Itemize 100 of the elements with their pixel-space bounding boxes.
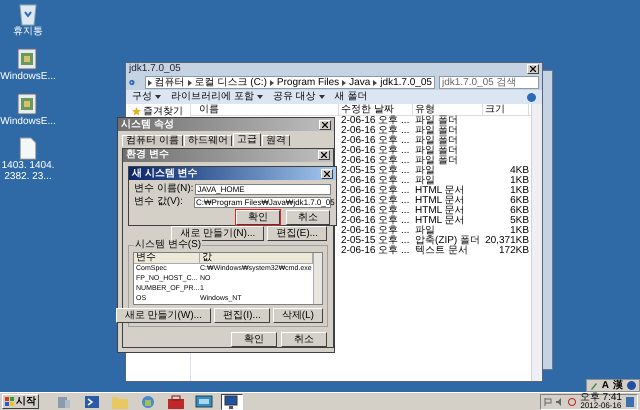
desktop-icon[interactable] <box>626 396 634 406</box>
dialog-button[interactable]: 편집(E)... <box>267 226 327 241</box>
monitor-icon <box>195 394 213 410</box>
date-cell-text: 2-06-16 오후 ... <box>340 216 410 226</box>
tab[interactable]: 하드웨어 <box>184 135 232 146</box>
date-cell-text: 2-06-16 오후 ... <box>340 206 410 216</box>
type-cell-text: HTML 문서 <box>414 186 466 196</box>
column-header[interactable]: 이름 <box>191 104 339 115</box>
size-cell-text: 4KB <box>509 166 529 176</box>
taskbar-button[interactable] <box>221 394 243 410</box>
breadcrumb-item[interactable]: jdk1.7.0_05 <box>380 78 432 88</box>
date-cell-text: 2-05-15 오후 ... <box>340 236 410 246</box>
toolbar-button[interactable]: 구성 <box>132 92 161 102</box>
pen-icon <box>590 382 598 390</box>
date-cell-text: 2-05-15 오후 ... <box>340 166 410 176</box>
size-cell-text: 5KB <box>509 216 529 226</box>
date-cell-text: 2-06-16 오후 ... <box>340 196 410 206</box>
dialog-button[interactable]: 취소 <box>281 332 327 347</box>
desktop-icon-label[interactable]: 휴지통 <box>0 26 56 37</box>
column-header[interactable]: 수정한 날짜 <box>339 104 413 115</box>
caret-icon <box>318 95 325 99</box>
type-cell-text: 파일 폴더 <box>414 136 459 146</box>
taskbar-button[interactable] <box>165 394 187 410</box>
field-label: 변수 값(V): <box>134 197 184 207</box>
help-icon[interactable] <box>527 92 536 102</box>
recycle-bin-icon <box>18 2 38 26</box>
speaker-icon <box>556 398 564 406</box>
type-cell-text: HTML 문서 <box>414 216 466 226</box>
close-button[interactable] <box>527 64 539 74</box>
field-label: 변수 이름(N): <box>134 184 194 194</box>
size-cell-text: 172KB <box>498 246 529 256</box>
breadcrumb-item[interactable]: 컴퓨터 <box>154 78 185 88</box>
type-cell-text: 파일 폴더 <box>414 146 459 156</box>
taskbar-button[interactable] <box>193 394 215 410</box>
tab[interactable]: 원격 <box>262 135 290 146</box>
tab[interactable]: 컴퓨터 이름 <box>122 135 183 146</box>
close-icon <box>324 170 330 176</box>
chevron-icon <box>148 80 152 86</box>
type-cell-text: 파일 폴더 <box>414 156 459 166</box>
scrollbar[interactable] <box>531 104 542 381</box>
nav-item[interactable]: 즐겨찾기 <box>143 107 183 117</box>
size-cell-text: 6KB <box>509 206 529 216</box>
size-cell-text: 1KB <box>509 186 529 196</box>
desktop-icon-label[interactable]: WindowsE... <box>0 116 56 127</box>
start-button[interactable]: 시작 <box>2 394 39 409</box>
close-button[interactable] <box>318 150 330 160</box>
window-title: jdk1.7.0_05 <box>129 64 181 74</box>
dialog-button[interactable]: 편집(I)... <box>214 308 270 323</box>
desktop-icon-label[interactable]: 1403. 1404. 2382. 23... <box>0 160 56 182</box>
date-cell-text: 2-06-16 오후 ... <box>340 226 410 236</box>
type-cell-text: 파일 <box>414 166 436 176</box>
close-button[interactable] <box>321 168 333 178</box>
document-icon <box>19 137 37 160</box>
address-bar[interactable]: 컴퓨터 로컬 디스크 (C:) Program Files Java jdk1.7.0_05 <box>144 76 435 89</box>
type-cell-text: 파일 <box>414 176 436 186</box>
type-cell-text: HTML 문서 <box>414 206 466 216</box>
dialog-button[interactable]: 확인 <box>236 210 280 225</box>
dialog-button[interactable]: 취소 <box>286 210 330 225</box>
desktop-icon-label[interactable]: WindowsE... <box>0 71 56 82</box>
dialog-button[interactable]: 새로 만들기(N)... <box>171 226 264 241</box>
caret-icon <box>256 95 263 99</box>
language-mode[interactable]: 漢 <box>613 380 623 390</box>
toolbar-button[interactable]: 공유 대상 <box>272 92 325 102</box>
scrollbar[interactable] <box>313 253 322 304</box>
date-cell-text: 2-06-16 오후 ... <box>340 126 410 136</box>
clock-time: 오후 7:41 <box>580 394 622 402</box>
size-cell-text: 1KB <box>509 226 529 236</box>
type-cell-text: 파일 폴더 <box>414 126 459 136</box>
toolbar-button[interactable]: 라이브러리에 포함 <box>171 92 263 102</box>
close-button[interactable] <box>319 120 331 130</box>
input-field[interactable]: JAVA_HOME <box>195 184 331 194</box>
dialog-button[interactable]: 새로 만들기(W)... <box>116 308 211 323</box>
tab[interactable]: 고급 <box>232 133 261 146</box>
date-cell-text: 2-06-16 오후 ... <box>340 116 410 126</box>
chevron-icon <box>270 80 274 86</box>
help-icon[interactable] <box>627 381 636 390</box>
toolbar-button[interactable]: 새 폴더 <box>334 92 368 102</box>
type-cell-text: HTML 문서 <box>414 196 466 206</box>
column-header[interactable]: 크기 <box>483 104 529 115</box>
type-cell-text: 압축(ZIP) 폴더 <box>414 236 481 246</box>
breadcrumb-item[interactable]: Java <box>349 78 370 88</box>
date-cell-text: 2-06-16 오후 ... <box>340 246 410 256</box>
chevron-icon <box>188 80 192 86</box>
toolbox-icon <box>167 394 185 410</box>
breadcrumb-item[interactable]: 로컬 디스크 (C:) <box>194 78 267 88</box>
dialog-button[interactable]: 확인 <box>231 332 277 347</box>
date-cell-text: 2-06-16 오후 ... <box>340 176 410 186</box>
date-cell-text: 2-06-16 오후 ... <box>340 146 410 156</box>
chevron-icon <box>373 80 378 86</box>
search-field[interactable]: jdk1.7.0_05 검색 <box>439 76 539 89</box>
close-icon <box>322 122 328 128</box>
type-cell-text: 파일 폴더 <box>414 116 459 126</box>
type-cell-text: 텍스트 문서 <box>414 246 469 256</box>
language-mode[interactable]: A <box>602 380 609 390</box>
breadcrumb-item[interactable]: Program Files <box>276 78 340 88</box>
type-cell-text: 파일 <box>414 226 435 236</box>
size-cell-text: 20,371KB <box>484 236 529 246</box>
column-header[interactable]: 유형 <box>413 104 483 115</box>
dialog-button[interactable]: 삭제(L) <box>272 308 323 323</box>
close-icon <box>530 66 536 72</box>
